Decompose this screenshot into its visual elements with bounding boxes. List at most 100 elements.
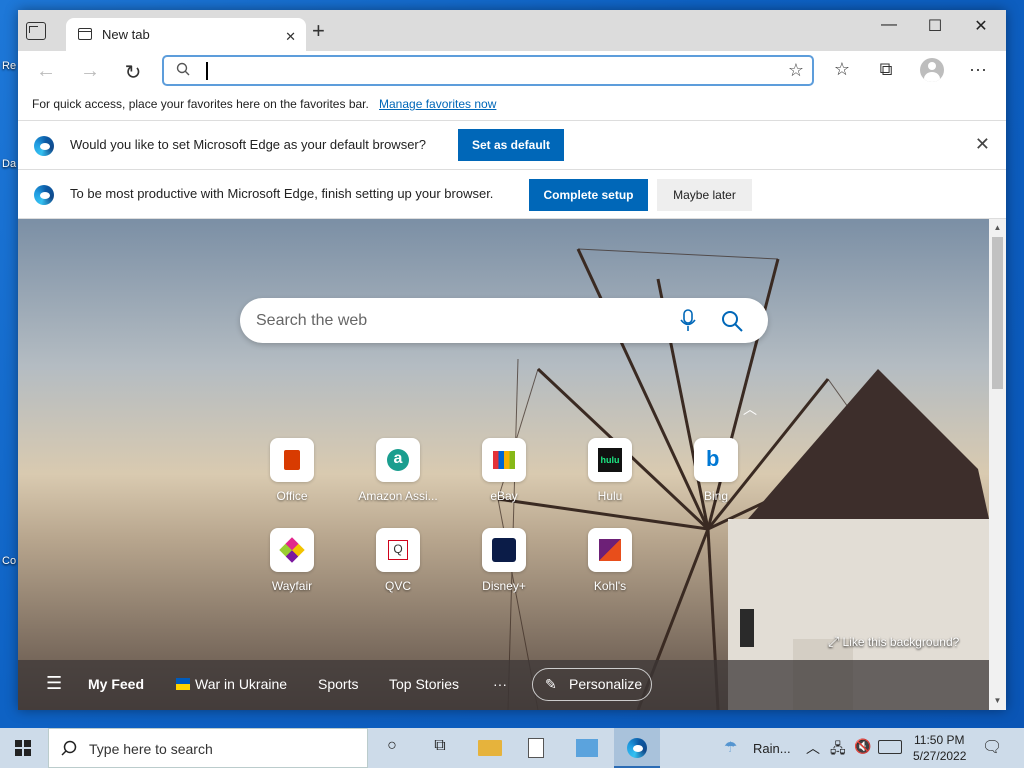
scroll-up-icon[interactable]: ▲: [989, 223, 1006, 232]
toolbar: ← → ↻ ☆ ☆ ⧉ ···: [18, 51, 1006, 93]
tab-new-tab[interactable]: New tab ✕: [66, 18, 306, 51]
address-bar[interactable]: ☆: [162, 55, 814, 86]
office-icon: [270, 438, 314, 482]
default-browser-bar: Would you like to set Microsoft Edge as …: [18, 121, 1006, 170]
quick-link-label: QVC: [384, 579, 411, 593]
keyboard-icon[interactable]: [878, 740, 902, 754]
file-explorer-icon[interactable]: [478, 740, 502, 756]
bing-icon: b: [694, 438, 738, 482]
favorites-bar: For quick access, place your favorites h…: [18, 93, 1006, 121]
scroll-thumb[interactable]: [992, 237, 1003, 389]
volume-muted-icon[interactable]: 🔇: [854, 738, 871, 755]
new-tab-button[interactable]: +: [312, 20, 325, 42]
edge-window: New tab ✕ + — ☐ ✕ ← → ↻ ☆ ☆ ⧉ ··· For qu…: [18, 10, 1006, 710]
notifications-icon[interactable]: 🗨: [982, 737, 1002, 757]
pencil-icon: ✎: [545, 676, 557, 692]
tab-bar: New tab ✕ + — ☐ ✕: [18, 10, 1006, 51]
quick-link-kohls[interactable]: Kohl's: [565, 528, 655, 593]
clock-time[interactable]: 11:50 PM: [914, 733, 964, 747]
amazon-assistant-icon: a: [376, 438, 420, 482]
menu-icon[interactable]: ☰: [46, 673, 62, 694]
quick-link-office[interactable]: Office: [247, 438, 337, 503]
quick-link-wayfair[interactable]: Wayfair: [247, 528, 337, 593]
show-hidden-icons-icon[interactable]: ︿: [806, 738, 820, 758]
page-scrollbar[interactable]: ▲ ▼: [989, 219, 1006, 710]
weather-icon[interactable]: ☂: [724, 738, 737, 756]
more-tabs-icon[interactable]: ···: [493, 676, 507, 692]
feed-tab-sports[interactable]: Sports: [318, 676, 358, 692]
maybe-later-button[interactable]: Maybe later: [657, 179, 752, 211]
back-icon[interactable]: ←: [32, 60, 60, 83]
like-background-button[interactable]: ⤢ Like this background?: [828, 633, 959, 650]
more-options-icon[interactable]: ···: [964, 59, 992, 80]
new-tab-icon: [78, 28, 92, 40]
personalize-button[interactable]: ✎ Personalize: [532, 668, 652, 701]
quick-link-bing[interactable]: b Bing: [671, 438, 761, 503]
quick-link-label: Amazon Assi...: [358, 489, 438, 503]
quick-link-ebay[interactable]: eBay: [459, 438, 549, 503]
add-favorite-icon[interactable]: ☆: [788, 60, 804, 81]
like-background-text: Like this background?: [842, 635, 960, 649]
task-view-icon[interactable]: ⧉: [428, 737, 452, 759]
network-icon[interactable]: 🖧: [830, 738, 846, 762]
cortana-icon[interactable]: ○: [380, 737, 404, 759]
text-cursor: [206, 62, 208, 80]
hulu-icon: hulu: [588, 438, 632, 482]
quick-link-qvc[interactable]: Q QVC: [353, 528, 443, 593]
forward-icon[interactable]: →: [76, 60, 104, 83]
edge-logo-icon: [627, 738, 647, 758]
taskbar-edge-button[interactable]: [614, 728, 660, 768]
close-icon[interactable]: ✕: [975, 134, 990, 155]
disney-plus-icon: [482, 528, 526, 572]
quick-link-label: Kohl's: [593, 579, 627, 593]
microphone-icon[interactable]: [680, 309, 696, 333]
desktop-icon-label[interactable]: Re: [2, 60, 16, 72]
expand-icon: ⤢: [828, 633, 840, 649]
quick-link-hulu[interactable]: hulu Hulu: [565, 438, 655, 503]
close-window-button[interactable]: ✕: [958, 16, 1004, 36]
control-panel-icon[interactable]: [576, 739, 598, 757]
weather-text[interactable]: Rain...: [753, 741, 791, 756]
search-icon: [176, 62, 190, 76]
quick-link-label: Bing: [703, 489, 729, 503]
profile-avatar[interactable]: [920, 58, 944, 82]
notepad-icon[interactable]: [528, 738, 544, 758]
maximize-button[interactable]: ☐: [912, 16, 958, 36]
tab-actions-icon[interactable]: [26, 22, 46, 40]
set-as-default-button[interactable]: Set as default: [458, 129, 564, 161]
favorites-icon[interactable]: ☆: [828, 59, 856, 80]
clock-date[interactable]: 5/27/2022: [913, 749, 966, 763]
new-tab-page: Search the web ︿ Office a Amazon Assi...…: [18, 219, 989, 710]
complete-setup-button[interactable]: Complete setup: [529, 179, 648, 211]
web-search-box[interactable]: Search the web: [240, 298, 768, 343]
collections-icon[interactable]: ⧉: [872, 59, 900, 80]
taskbar: Type here to search ○ ⧉ ☂ Rain... ︿ 🖧 🔇 …: [0, 728, 1024, 768]
scroll-down-icon[interactable]: ▼: [989, 696, 1006, 705]
close-tab-icon[interactable]: ✕: [285, 28, 296, 46]
qvc-icon: Q: [376, 528, 420, 572]
wayfair-icon: [270, 528, 314, 572]
refresh-icon[interactable]: ↻: [119, 60, 147, 85]
setup-text: To be most productive with Microsoft Edg…: [70, 186, 494, 201]
feed-tab-my-feed[interactable]: My Feed: [88, 676, 144, 692]
desktop-icon-label[interactable]: Da: [2, 158, 16, 170]
windows-start-icon[interactable]: [15, 740, 31, 756]
search-icon[interactable]: [720, 309, 744, 333]
search-placeholder: Search the web: [256, 312, 368, 329]
search-icon: [61, 740, 77, 756]
tab-title: New tab: [102, 27, 150, 42]
taskbar-search-box[interactable]: Type here to search: [48, 728, 368, 768]
feed-tab-war-in-ukraine[interactable]: War in Ukraine: [195, 676, 287, 692]
desktop-icon-label[interactable]: Co: [2, 555, 16, 567]
setup-bar: To be most productive with Microsoft Edg…: [18, 170, 1006, 219]
favorites-bar-text: For quick access, place your favorites h…: [32, 97, 369, 111]
quick-link-label: eBay: [490, 489, 518, 503]
ebay-icon: [482, 438, 526, 482]
quick-link-amazon-assistant[interactable]: a Amazon Assi...: [353, 438, 443, 503]
collapse-chevron-icon[interactable]: ︿: [743, 399, 757, 419]
quick-link-disney-plus[interactable]: Disney+: [459, 528, 549, 593]
feed-tab-top-stories[interactable]: Top Stories: [389, 676, 459, 692]
minimize-button[interactable]: —: [866, 16, 912, 34]
default-browser-text: Would you like to set Microsoft Edge as …: [70, 137, 426, 152]
manage-favorites-link[interactable]: Manage favorites now: [379, 97, 496, 111]
